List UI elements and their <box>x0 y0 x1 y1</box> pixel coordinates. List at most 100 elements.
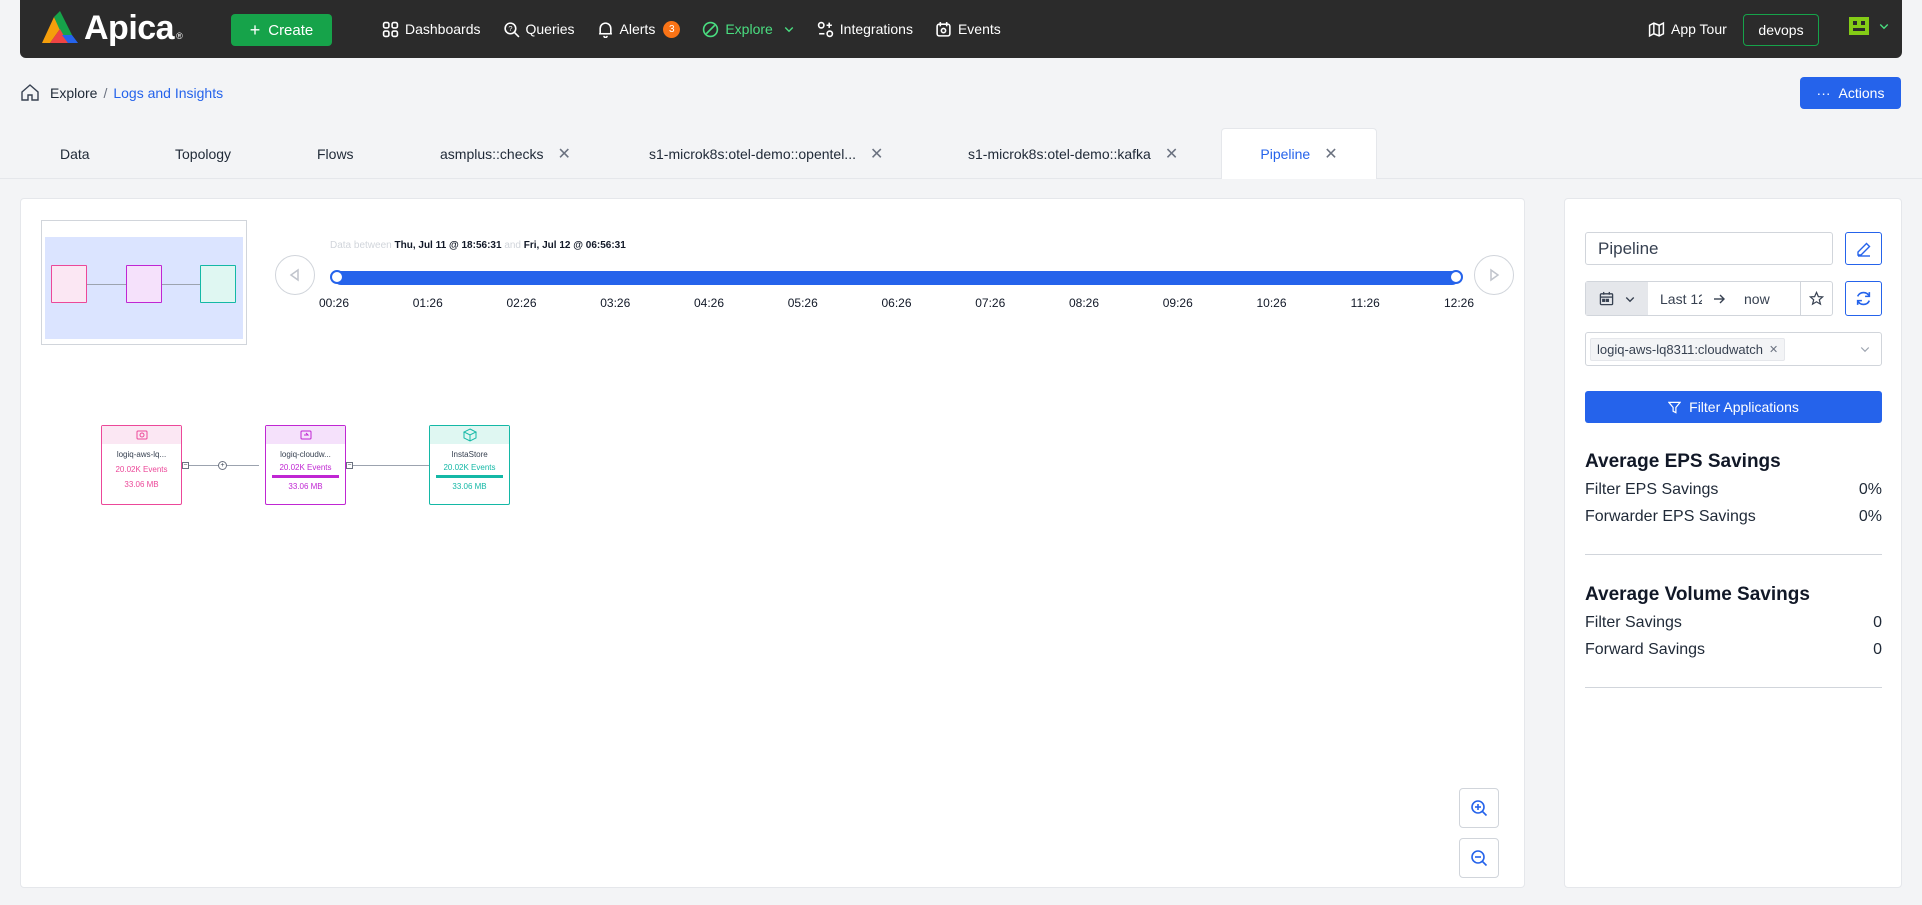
timeline-prefix: Data between <box>330 240 392 251</box>
create-button[interactable]: + Create <box>231 14 332 46</box>
top-navbar: Apica ® + Create Dashboards ? Queries Al… <box>20 0 1902 58</box>
timeline-next-button[interactable] <box>1474 255 1514 295</box>
application-select[interactable]: logiq-aws-lq8311:cloudwatch ✕ <box>1585 332 1882 366</box>
close-icon[interactable]: ✕ <box>870 144 883 164</box>
timeline-range-slider[interactable] <box>330 270 1463 285</box>
tab-label: s1-microk8s:otel-demo::opentel... <box>649 145 856 162</box>
nav-explore[interactable]: Explore <box>702 0 794 58</box>
nav-dashboards[interactable]: Dashboards <box>382 0 481 58</box>
explore-icon <box>703 21 719 37</box>
minimap-node <box>51 265 87 303</box>
source-icon <box>136 430 147 440</box>
pipeline-node-source[interactable]: logiq-aws-lq... 20.02K Events 33.06 MB <box>101 425 182 505</box>
nav-alerts[interactable]: Alerts 3 <box>597 0 681 58</box>
timeline-tick-label: 01:26 <box>412 296 443 310</box>
timeline-tick-label: 09:26 <box>1162 296 1193 310</box>
apica-logo-icon <box>42 11 78 43</box>
nav-queries-label: Queries <box>525 21 575 37</box>
workspace-button[interactable]: devops <box>1743 14 1819 46</box>
tab-label: Topology <box>175 145 232 162</box>
breadcrumb-current[interactable]: Logs and Insights <box>113 85 223 101</box>
stat-row: Filter EPS Savings 0% <box>1585 481 1882 499</box>
node-output-port[interactable]: – <box>182 462 189 469</box>
nav-alerts-label: Alerts <box>619 21 656 37</box>
tab-asmplus-checks[interactable]: asmplus::checks ✕ <box>440 128 571 179</box>
node-size: 33.06 MB <box>124 480 159 489</box>
tab-flows[interactable]: Flows <box>317 128 354 179</box>
filter-icon <box>1668 401 1682 414</box>
registered-mark: ® <box>176 31 183 41</box>
timeline-tick-label: 10:26 <box>1256 296 1287 310</box>
nav-explore-label: Explore <box>725 21 773 37</box>
stat-value: 0 <box>1873 614 1882 631</box>
close-icon[interactable]: ✕ <box>1165 144 1178 164</box>
time-range-picker[interactable]: Last 12 now <box>1585 281 1833 316</box>
node-name: InstaStore <box>451 450 488 459</box>
node-header <box>266 426 345 444</box>
timeline-start: Thu, Jul 11 @ 18:56:31 <box>394 240 502 251</box>
events-icon <box>936 21 951 37</box>
timeline-start-handle[interactable] <box>330 270 344 284</box>
brand-name: Apica <box>84 8 175 47</box>
time-range-from[interactable]: Last 12 <box>1660 291 1702 307</box>
user-menu[interactable] <box>1848 16 1890 36</box>
pipeline-node-instastore[interactable]: InstaStore 20.02K Events 33.06 MB <box>429 425 510 505</box>
minimap[interactable] <box>41 220 247 345</box>
time-range-to[interactable]: now <box>1744 291 1770 307</box>
timeline-tick-label: 04:26 <box>693 296 725 310</box>
plus-icon: + <box>249 20 261 40</box>
refresh-button[interactable] <box>1845 281 1882 316</box>
node-header <box>102 426 181 444</box>
chevron-down-icon <box>1879 24 1889 30</box>
timeline-conjunction: and <box>504 240 521 251</box>
timeline-tick-label: 11:26 <box>1350 296 1380 310</box>
node-output-port[interactable]: – <box>346 462 353 469</box>
pipeline-canvas[interactable]: Data between Thu, Jul 11 @ 18:56:31 and … <box>20 198 1525 888</box>
timeline-end-handle[interactable] <box>1449 270 1463 284</box>
pipeline-name-field[interactable]: Pipeline <box>1585 232 1833 265</box>
timeline-tick-label: 05:26 <box>787 296 818 310</box>
tab-otel-demo-opentel[interactable]: s1-microk8s:otel-demo::opentel... ✕ <box>649 128 883 179</box>
breadcrumb-explore[interactable]: Explore <box>50 85 97 101</box>
pipeline-node-forwarder[interactable]: logiq-cloudw... 20.02K Events 33.06 MB <box>265 425 346 505</box>
home-icon[interactable] <box>20 83 40 102</box>
selected-app-label: logiq-aws-lq8311:cloudwatch <box>1597 341 1763 357</box>
filter-applications-button[interactable]: Filter Applications <box>1585 391 1882 423</box>
star-icon <box>1809 291 1824 306</box>
app-tour-button[interactable]: App Tour <box>1648 0 1727 58</box>
actions-button[interactable]: ··· Actions <box>1800 77 1901 109</box>
tab-topology[interactable]: Topology <box>175 128 231 179</box>
stat-value: 0% <box>1858 481 1882 498</box>
nav-events[interactable]: Events <box>935 0 1001 58</box>
close-icon[interactable]: ✕ <box>1769 343 1778 356</box>
chevron-down-icon <box>1860 347 1870 353</box>
node-size: 33.06 MB <box>288 482 323 491</box>
nav-queries[interactable]: ? Queries <box>503 0 575 58</box>
zoom-in-button[interactable] <box>1459 788 1499 828</box>
tab-label: Flows <box>317 145 354 162</box>
add-step-icon[interactable]: + <box>218 461 227 470</box>
zoom-out-button[interactable] <box>1459 838 1499 878</box>
timeline-prev-button[interactable] <box>275 255 315 295</box>
stat-label: Filter EPS Savings <box>1585 481 1719 498</box>
close-icon[interactable]: ✕ <box>1324 144 1337 164</box>
main-nav: Dashboards ? Queries Alerts 3 Explore In… <box>382 0 1023 58</box>
arrow-right-icon <box>1714 294 1725 303</box>
stat-value: 0% <box>1858 508 1882 525</box>
zoom-out-icon <box>1471 850 1488 867</box>
edit-button[interactable] <box>1845 232 1882 265</box>
tab-data[interactable]: Data <box>60 128 90 179</box>
minimap-viewport <box>45 237 243 339</box>
favorite-button[interactable] <box>1800 282 1832 315</box>
tab-pipeline[interactable]: Pipeline ✕ <box>1221 128 1377 179</box>
node-events: 20.02K Events <box>279 463 332 472</box>
nav-integrations[interactable]: Integrations <box>817 0 913 58</box>
calendar-icon <box>1599 291 1613 306</box>
timeline-range-text: Data between Thu, Jul 11 @ 18:56:31 and … <box>330 240 626 251</box>
close-icon[interactable]: ✕ <box>557 144 570 164</box>
calendar-dropdown[interactable] <box>1586 282 1648 315</box>
tab-otel-demo-kafka[interactable]: s1-microk8s:otel-demo::kafka ✕ <box>968 128 1178 179</box>
ellipsis-icon: ··· <box>1816 85 1831 101</box>
apica-logo[interactable]: Apica ® <box>38 8 183 47</box>
dashboards-icon <box>382 21 399 37</box>
